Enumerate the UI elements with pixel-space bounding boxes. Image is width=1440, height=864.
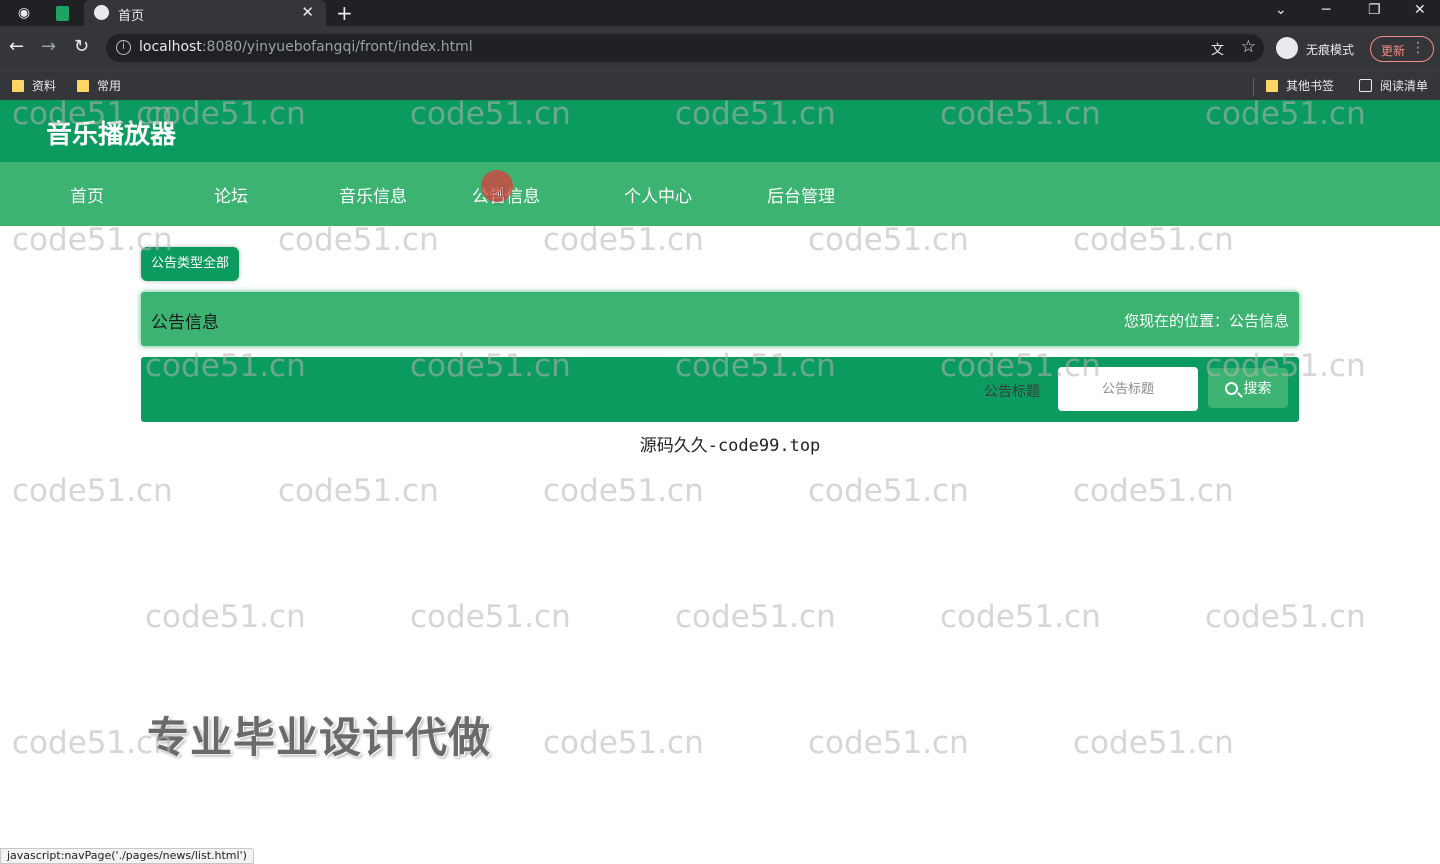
info-icon[interactable]: i (116, 40, 131, 55)
watermark: code51.cn (808, 725, 969, 761)
bookmark-star-icon[interactable]: ☆ (1241, 37, 1256, 57)
update-label: 更新 (1381, 44, 1406, 58)
bookmark-label: 阅读清单 (1380, 79, 1429, 93)
site-title: 音乐播放器 (46, 120, 177, 150)
watermark: code51.cn (1073, 473, 1234, 509)
incognito-label: 无痕模式 (1306, 43, 1355, 57)
tab-search-icon[interactable]: ⌄ (1275, 2, 1287, 18)
watermark: code51.cn (543, 725, 704, 761)
incognito-icon[interactable] (1276, 37, 1298, 59)
breadcrumb: 您现在的位置：公告信息 (1123, 312, 1289, 330)
watermark: code51.cn (808, 222, 969, 258)
url-host: localhost (139, 39, 202, 55)
back-icon[interactable]: ← (9, 38, 24, 56)
tab-close-icon[interactable]: ✕ (301, 3, 314, 21)
watermark: code51.cn (12, 473, 173, 509)
hand-cursor-icon: ☝ (492, 184, 506, 209)
bookmark-divider (1253, 78, 1254, 96)
new-tab-icon[interactable]: + (336, 1, 353, 25)
promo-text: 专业毕业设计代做 (147, 713, 492, 762)
translate-icon[interactable]: 文 (1211, 39, 1224, 58)
section-title: 公告信息 (151, 313, 219, 333)
search-icon (1224, 381, 1238, 395)
site-header: 音乐播放器 (0, 100, 1440, 162)
watermark: code51.cn (543, 473, 704, 509)
globe-icon[interactable]: ◉ (14, 3, 34, 23)
active-tab[interactable]: 首页 ✕ (84, 0, 326, 26)
bookmark-label: 常用 (97, 79, 122, 93)
main-nav: 首页 论坛 音乐信息 公告信息 个人中心 后台管理 (0, 162, 1440, 226)
url-path: :8080/yinyuebofangqi/front/index.html (201, 39, 473, 55)
bookmark-label: 资料 (32, 79, 57, 93)
status-bar-url: javascript:navPage('./pages/news/list.ht… (0, 848, 254, 864)
search-panel: 公告标题 搜索 (141, 357, 1299, 422)
breadcrumb-bar: 公告信息 您现在的位置：公告信息 (141, 292, 1299, 346)
watermark: code51.cn (1205, 599, 1366, 635)
address-toolbar: ← → ↻ i localhost:8080/yinyuebofangqi/fr… (0, 26, 1440, 70)
nav-user-center[interactable]: 个人中心 (624, 182, 692, 207)
close-window-icon[interactable]: ✕ (1414, 2, 1426, 18)
browser-tab-strip: ◉ 首页 ✕ + ⌄ ─ ❐ ✕ (0, 0, 1440, 26)
watermark: code51.cn (145, 599, 306, 635)
sheet-tab-icon[interactable] (52, 3, 72, 23)
folder-icon (1266, 79, 1278, 92)
watermark: code51.cn (278, 473, 439, 509)
title-search-input[interactable] (1058, 367, 1198, 411)
nav-music-info[interactable]: 音乐信息 (339, 182, 407, 207)
update-button[interactable]: 更新 ⋮ (1370, 36, 1434, 62)
notice-type-filter-button[interactable]: 公告类型全部 (141, 247, 240, 281)
bookmarks-bar: 资料 常用 其他书签 阅读清单 (0, 70, 1440, 100)
other-bookmarks[interactable]: 其他书签 (1266, 77, 1334, 94)
folder-icon (77, 79, 89, 92)
nav-forum[interactable]: 论坛 (214, 182, 248, 207)
search-button[interactable]: 搜索 (1208, 368, 1288, 408)
address-bar[interactable]: i localhost:8080/yinyuebofangqi/front/in… (106, 34, 1264, 62)
watermark: code51.cn (410, 599, 571, 635)
tab-globe-icon (94, 5, 109, 20)
url-text[interactable]: localhost:8080/yinyuebofangqi/front/inde… (139, 39, 473, 55)
watermark: code51.cn (543, 222, 704, 258)
reading-list[interactable]: 阅读清单 (1359, 77, 1428, 94)
nav-home[interactable]: 首页 (70, 182, 104, 207)
search-label: 公告标题 (984, 384, 1040, 400)
bookmark-folder-1[interactable]: 资料 (12, 77, 56, 94)
more-menu-icon[interactable]: ⋮ (1411, 40, 1425, 56)
watermark: code51.cn (1073, 222, 1234, 258)
bookmark-folder-2[interactable]: 常用 (77, 77, 121, 94)
source-watermark-text: 源码久久-code99.top (639, 436, 821, 456)
watermark: code51.cn (1073, 725, 1234, 761)
search-button-label: 搜索 (1243, 381, 1272, 397)
watermark: code51.cn (940, 599, 1101, 635)
watermark: code51.cn (278, 222, 439, 258)
restore-icon[interactable]: ❐ (1368, 2, 1381, 18)
watermark: code51.cn (675, 599, 836, 635)
nav-admin[interactable]: 后台管理 (767, 182, 835, 207)
reload-icon[interactable]: ↻ (74, 38, 89, 56)
watermark: code51.cn (808, 473, 969, 509)
forward-icon[interactable]: → (41, 38, 56, 56)
tab-title: 首页 (118, 9, 145, 24)
folder-icon (12, 79, 24, 92)
reading-list-icon (1359, 79, 1372, 92)
bookmark-label: 其他书签 (1286, 79, 1335, 93)
minimize-icon[interactable]: ─ (1322, 2, 1330, 18)
